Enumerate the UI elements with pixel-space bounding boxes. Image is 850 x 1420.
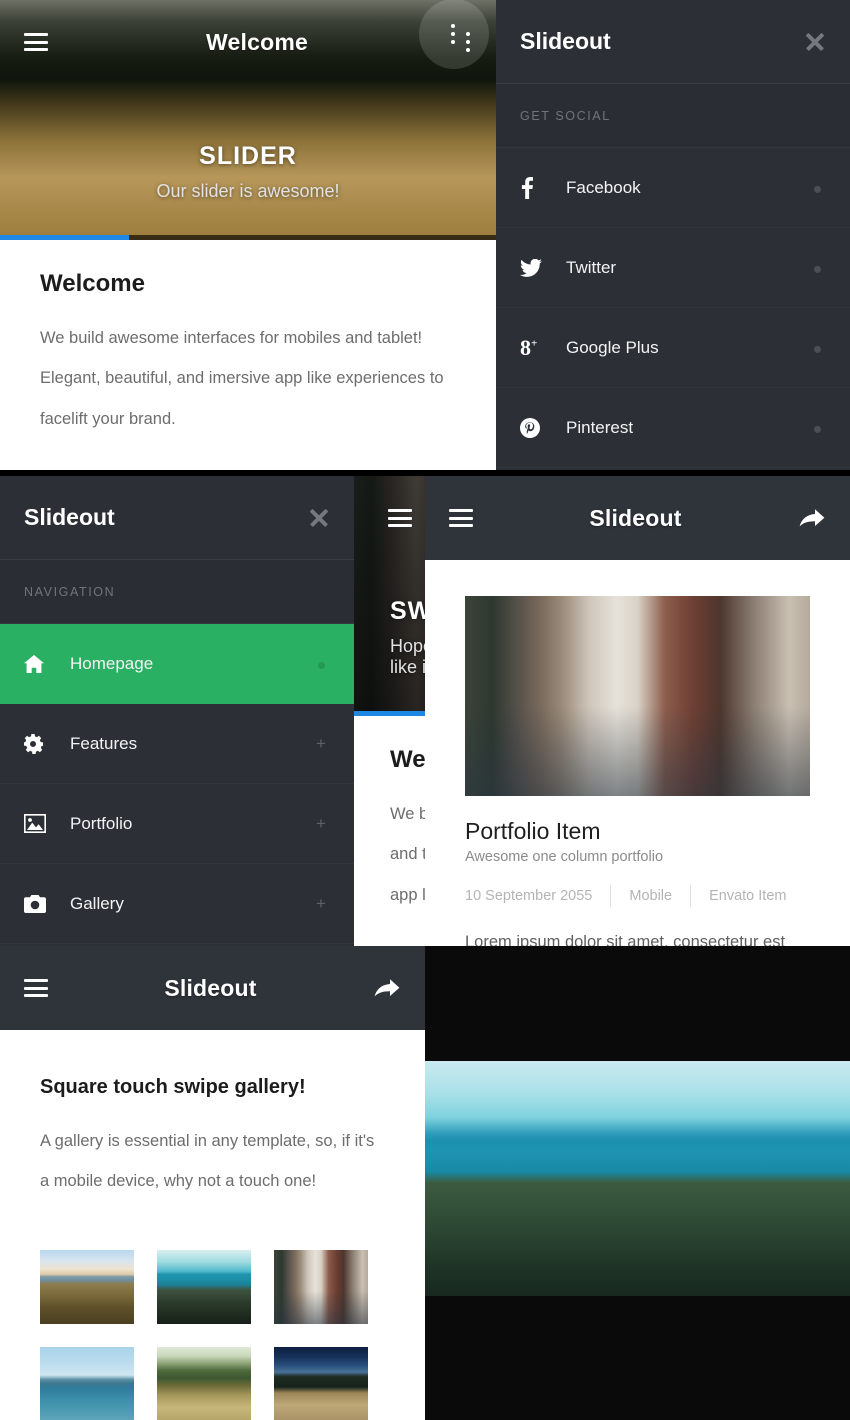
gallery-appbar: Slideout [0,946,425,1030]
appbar-title: Welcome [206,28,308,55]
social-item-meta [808,418,826,438]
meta-date: 10 September 2055 [465,888,593,904]
slideout-brand: Slideout [520,28,611,54]
panel-lightbox [425,946,850,1420]
close-icon[interactable] [308,507,330,529]
hero-title: SLIDER [199,142,297,170]
kebab-menu-icon[interactable] [466,31,472,53]
navigation-slideout: Slideout NAVIGATION Homepage Features + [0,476,354,946]
panel-social-slideout: Slideout GET SOCIAL Facebook Twitter 8+ … [496,0,850,470]
social-item-label: Pinterest [566,417,634,437]
panel-navigation-slideout: Slideout NAVIGATION Homepage Features + [0,476,354,946]
hamburger-icon[interactable] [449,509,473,527]
twitter-icon [520,258,554,277]
slider-appbar: Welcome [0,0,496,84]
navigation-slideout-header: Slideout [0,476,354,560]
dot-icon [813,265,821,273]
nav-item-label: Features [70,733,138,753]
home-icon [24,654,58,673]
social-item-label: Twitter [566,257,617,277]
slider-progress-fill [0,235,129,240]
social-slideout: Slideout GET SOCIAL Facebook Twitter 8+ … [496,0,850,470]
screenshot-stage: Welcome SLIDER Our slider is awesome! We… [0,0,850,1420]
hero-caption: SLIDER Our slider is awesome! [0,142,496,202]
portfolio-item-subtitle: Awesome one column portfolio [465,849,664,865]
lightbox-viewer[interactable] [425,946,850,1420]
nav-item-meta: + [316,893,326,913]
panel-gallery: Slideout Square touch swipe gallery! A g… [0,946,425,1420]
gallery-paragraph: A gallery is essential in any template, … [40,1132,375,1191]
nav-item-portfolio[interactable]: Portfolio + [0,784,354,864]
social-item-google-plus[interactable]: 8+ Google Plus [496,308,850,388]
social-item-label: Google Plus [566,337,659,357]
nav-item-meta: + [316,813,326,833]
social-slideout-header: Slideout [496,0,850,84]
nav-item-meta: + [316,733,326,753]
meta-source: Envato Item [709,888,787,904]
appbar-title: Slideout [164,974,257,1001]
nav-item-meta [312,654,330,674]
portfolio-item-image[interactable] [465,596,810,796]
pinterest-icon [520,417,554,438]
dot-icon [813,425,821,433]
gallery-thumb-calm-sea[interactable] [40,1346,134,1420]
panel-slider-welcome: Welcome SLIDER Our slider is awesome! We… [0,0,496,470]
nav-item-label: Gallery [70,893,124,913]
share-icon[interactable] [798,506,826,530]
portfolio-item-body: Lorem ipsum dolor sit amet, consectetur … [465,933,786,946]
facebook-icon [520,176,554,199]
image-icon [24,814,58,833]
social-item-label: Facebook [566,177,641,197]
gallery-thumb-lake-trees[interactable] [157,1249,251,1324]
hamburger-icon[interactable] [24,979,48,997]
social-item-facebook[interactable]: Facebook [496,148,850,228]
social-item-pinterest[interactable]: Pinterest [496,388,850,468]
dot-icon [317,661,325,669]
social-item-meta [808,338,826,358]
nav-item-label: Homepage [70,653,154,673]
gallery-heading: Square touch swipe gallery! [40,1076,306,1098]
appbar-title: Slideout [589,504,682,531]
navigation-section-label: NAVIGATION [0,560,354,624]
welcome-heading: Welcome [40,270,145,297]
portfolio-appbar: Slideout [425,476,850,560]
dot-icon [813,185,821,193]
nav-item-gallery[interactable]: Gallery + [0,864,354,944]
share-icon[interactable] [373,976,401,1000]
gallery-thumb-beach-driftwood[interactable] [40,1249,134,1324]
nav-item-features[interactable]: Features + [0,704,354,784]
dot-icon [813,345,821,353]
panel-portfolio: Slideout Portfolio Item Awesome one colu… [425,476,850,946]
welcome-paragraph: We build awesome interfaces for mobiles … [40,329,444,428]
portfolio-body: Portfolio Item Awesome one column portfo… [425,560,850,946]
slideout-brand: Slideout [24,504,115,530]
social-section-label: GET SOCIAL [496,84,850,148]
portfolio-item-title: Portfolio Item [465,818,601,844]
gallery-thumb-cypress-night[interactable] [274,1346,368,1420]
lightbox-photo[interactable] [425,1061,850,1296]
slider-hero: Welcome SLIDER Our slider is awesome! [0,0,496,240]
social-item-meta [808,258,826,278]
social-item-meta [808,178,826,198]
portfolio-item-meta: 10 September 2055 Mobile Envato Item [465,885,810,907]
close-icon[interactable] [804,31,826,53]
google-plus-icon: 8+ [520,334,538,360]
welcome-content: Welcome We build awesome interfaces for … [0,240,496,460]
gallery-thumb-wheat-field[interactable] [157,1346,251,1420]
meta-category: Mobile [629,888,673,904]
slider-progress-bar[interactable] [0,235,496,240]
gallery-thumb-city-street[interactable] [274,1249,368,1324]
nav-item-label: Portfolio [70,813,133,833]
nav-item-homepage[interactable]: Homepage [0,624,354,704]
hamburger-icon[interactable] [388,509,412,527]
hero-subtitle: Our slider is awesome! [156,181,340,201]
gallery-thumbnail-grid [0,1209,425,1420]
hamburger-icon[interactable] [24,33,48,51]
gear-icon [24,733,58,754]
social-item-twitter[interactable]: Twitter [496,228,850,308]
camera-icon [24,894,58,913]
gallery-intro: Square touch swipe gallery! A gallery is… [0,1030,425,1210]
